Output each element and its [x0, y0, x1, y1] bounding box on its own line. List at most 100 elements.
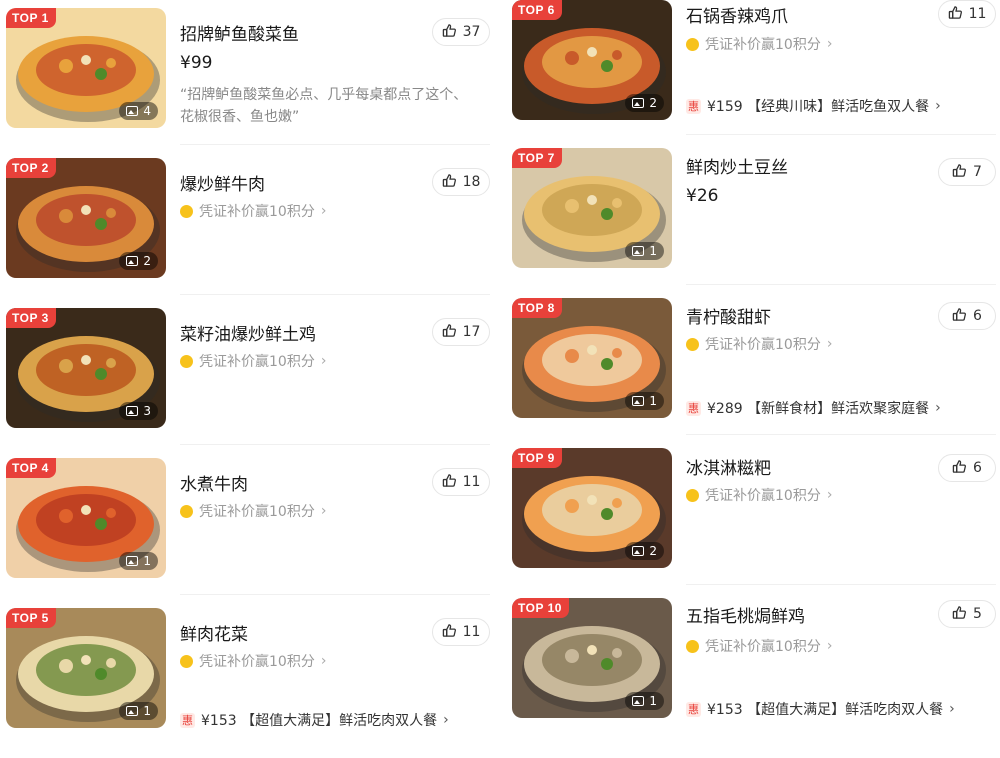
- dish-thumbnail[interactable]: TOP 4 1: [6, 458, 166, 578]
- rank-badge: TOP 1: [6, 8, 56, 28]
- dish-list-item[interactable]: TOP 8 1 青柠酸甜虾 6 凭证补价赢10积分 › 惠 ¥289 【新鲜食材…: [506, 284, 996, 448]
- rank-badge: TOP 2: [6, 158, 56, 178]
- chevron-right-icon: ›: [826, 487, 833, 503]
- image-icon: [126, 706, 139, 716]
- image-icon: [126, 406, 139, 416]
- deal-text: ¥159 【经典川味】鲜活吃鱼双人餐: [707, 99, 930, 115]
- like-button[interactable]: 11: [432, 618, 490, 646]
- set-meal-deal[interactable]: 惠 ¥153 【超值大满足】鲜活吃肉双人餐 ›: [180, 710, 449, 730]
- dish-name[interactable]: 青柠酸甜虾: [686, 303, 771, 328]
- price-reward-link[interactable]: 凭证补价赢10积分 ›: [686, 34, 832, 54]
- image-count-badge: 2: [625, 94, 664, 112]
- like-count: 11: [462, 624, 481, 640]
- coin-icon: [686, 337, 699, 351]
- image-icon: [632, 98, 645, 108]
- dish-name[interactable]: 招牌鲈鱼酸菜鱼: [180, 20, 299, 45]
- thumbs-up-icon: [442, 323, 457, 342]
- dish-name[interactable]: 水煮牛肉: [180, 470, 248, 495]
- chevron-right-icon: ›: [935, 98, 941, 114]
- set-meal-deal[interactable]: 惠 ¥159 【经典川味】鲜活吃鱼双人餐 ›: [686, 96, 941, 116]
- set-meal-deal[interactable]: 惠 ¥153 【超值大满足】鲜活吃肉双人餐 ›: [686, 699, 955, 719]
- reward-text: 凭证补价赢10积分: [199, 354, 315, 370]
- divider: [180, 444, 490, 445]
- dish-list-item[interactable]: TOP 5 1 鲜肉花菜 11 凭证补价赢10积分 › 惠 ¥153 【超值大满…: [0, 594, 490, 758]
- like-button[interactable]: 7: [938, 158, 996, 186]
- dish-thumbnail[interactable]: TOP 3 3: [6, 308, 166, 428]
- like-button[interactable]: 17: [432, 318, 490, 346]
- dish-list-item[interactable]: TOP 6 2 石锅香辣鸡爪 11 凭证补价赢10积分 › 惠 ¥159 【经典…: [506, 0, 996, 150]
- deal-badge: 惠: [686, 98, 701, 114]
- reward-text: 凭证补价赢10积分: [705, 639, 821, 655]
- image-icon: [632, 696, 645, 706]
- price-reward-link[interactable]: 凭证补价赢10积分 ›: [180, 501, 326, 521]
- image-count-badge: 2: [119, 252, 158, 270]
- image-count: 1: [143, 554, 151, 568]
- chevron-right-icon: ›: [320, 653, 327, 669]
- dish-list-item[interactable]: TOP 10 1 五指毛桃焗鲜鸡 5 凭证补价赢10积分 › 惠 ¥153 【超…: [506, 584, 996, 748]
- image-icon: [126, 556, 139, 566]
- dish-list-item[interactable]: TOP 3 3 菜籽油爆炒鲜土鸡 17 凭证补价赢10积分 ›: [0, 294, 490, 458]
- dish-name[interactable]: 石锅香辣鸡爪: [686, 2, 788, 27]
- dish-thumbnail[interactable]: TOP 6 2: [512, 0, 672, 120]
- rank-badge: TOP 3: [6, 308, 56, 328]
- like-button[interactable]: 37: [432, 18, 490, 46]
- like-count: 6: [973, 308, 982, 324]
- dish-thumbnail[interactable]: TOP 1 4: [6, 8, 166, 128]
- deal-text: ¥289 【新鲜食材】鲜活欢聚家庭餐: [707, 401, 930, 417]
- like-button[interactable]: 11: [432, 468, 490, 496]
- image-count: 4: [143, 104, 151, 118]
- chevron-right-icon: ›: [320, 353, 327, 369]
- dish-list-item[interactable]: TOP 4 1 水煮牛肉 11 凭证补价赢10积分 ›: [0, 444, 490, 608]
- like-button[interactable]: 6: [938, 302, 996, 330]
- coin-icon: [686, 37, 699, 51]
- dish-name[interactable]: 鲜肉花菜: [180, 620, 248, 645]
- dish-name[interactable]: 菜籽油爆炒鲜土鸡: [180, 320, 316, 345]
- reward-text: 凭证补价赢10积分: [199, 504, 315, 520]
- rank-badge: TOP 5: [6, 608, 56, 628]
- coin-icon: [180, 654, 193, 668]
- dish-thumbnail[interactable]: TOP 10 1: [512, 598, 672, 718]
- image-count: 2: [143, 254, 151, 268]
- image-icon: [126, 256, 139, 266]
- thumbs-up-icon: [948, 5, 963, 24]
- deal-text: ¥153 【超值大满足】鲜活吃肉双人餐: [707, 702, 944, 718]
- image-count: 1: [649, 244, 657, 258]
- dish-list-item[interactable]: TOP 1 4 招牌鲈鱼酸菜鱼 37 ¥99 “招牌鲈鱼酸菜鱼必点、几乎每桌都点了这…: [0, 8, 490, 158]
- dish-thumbnail[interactable]: TOP 7 1: [512, 148, 672, 268]
- chevron-right-icon: ›: [949, 701, 955, 717]
- chevron-right-icon: ›: [935, 400, 941, 416]
- image-icon: [126, 106, 139, 116]
- price-reward-link[interactable]: 凭证补价赢10积分 ›: [180, 351, 326, 371]
- dish-name[interactable]: 冰淇淋糍粑: [686, 454, 771, 479]
- like-count: 11: [968, 6, 987, 22]
- dish-thumbnail[interactable]: TOP 8 1: [512, 298, 672, 418]
- rank-badge: TOP 9: [512, 448, 562, 468]
- dish-thumbnail[interactable]: TOP 5 1: [6, 608, 166, 728]
- dish-name[interactable]: 鲜肉炒土豆丝: [686, 153, 788, 178]
- reward-text: 凭证补价赢10积分: [199, 654, 315, 670]
- dish-list-item[interactable]: TOP 9 2 冰淇淋糍粑 6 凭证补价赢10积分 ›: [506, 434, 996, 598]
- dish-list-item[interactable]: TOP 2 2 爆炒鲜牛肉 18 凭证补价赢10积分 ›: [0, 144, 490, 308]
- reward-text: 凭证补价赢10积分: [705, 37, 821, 53]
- like-button[interactable]: 5: [938, 600, 996, 628]
- price-reward-link[interactable]: 凭证补价赢10积分 ›: [686, 636, 832, 656]
- price-reward-link[interactable]: 凭证补价赢10积分 ›: [686, 485, 832, 505]
- rank-badge: TOP 6: [512, 0, 562, 20]
- price-reward-link[interactable]: 凭证补价赢10积分 ›: [686, 334, 832, 354]
- dish-list-item[interactable]: TOP 7 1 鲜肉炒土豆丝 7 ¥26: [506, 134, 996, 298]
- dish-name[interactable]: 爆炒鲜牛肉: [180, 170, 265, 195]
- dish-thumbnail[interactable]: TOP 2 2: [6, 158, 166, 278]
- like-button[interactable]: 11: [938, 0, 996, 28]
- set-meal-deal[interactable]: 惠 ¥289 【新鲜食材】鲜活欢聚家庭餐 ›: [686, 398, 941, 418]
- dish-thumbnail[interactable]: TOP 9 2: [512, 448, 672, 568]
- dish-name[interactable]: 五指毛桃焗鲜鸡: [686, 602, 805, 627]
- deal-text: ¥153 【超值大满足】鲜活吃肉双人餐: [201, 713, 438, 729]
- image-icon: [632, 246, 645, 256]
- reward-text: 凭证补价赢10积分: [199, 204, 315, 220]
- divider: [686, 434, 996, 435]
- price-reward-link[interactable]: 凭证补价赢10积分 ›: [180, 651, 326, 671]
- divider: [180, 594, 490, 595]
- like-button[interactable]: 6: [938, 454, 996, 482]
- price-reward-link[interactable]: 凭证补价赢10积分 ›: [180, 201, 326, 221]
- like-button[interactable]: 18: [432, 168, 490, 196]
